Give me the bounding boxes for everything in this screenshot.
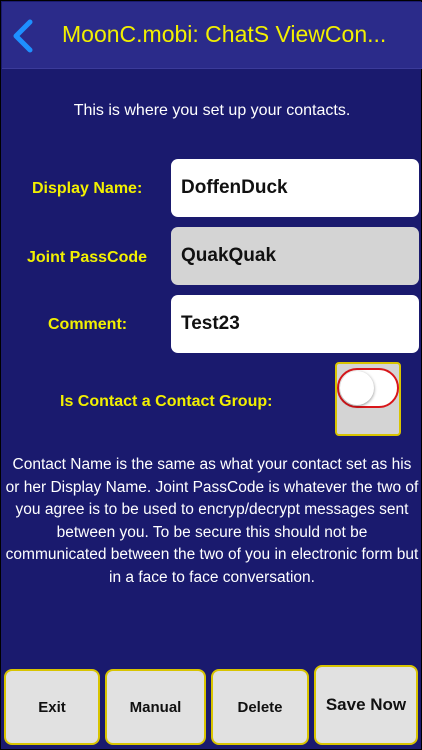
contact-group-toggle-container [335,362,401,436]
intro-text: This is where you set up your contacts. [73,102,351,119]
page-title: MoonC.mobi: ChatS ViewCon... [62,21,387,47]
manual-button[interactable]: Manual [105,669,206,745]
toggle-knob [340,371,374,405]
save-now-button[interactable]: Save Now [314,665,418,745]
display-name-label: Display Name: [32,180,143,197]
exit-button[interactable]: Exit [4,669,100,745]
passcode-field[interactable]: QuakQuak [171,227,419,285]
help-text: Contact Name is the same as what your co… [5,456,419,586]
passcode-label: Joint PassCode [27,249,148,266]
chevron-left-icon [13,19,33,53]
contact-group-toggle[interactable] [337,368,399,408]
navigation-bar: MoonC.mobi: ChatS ViewCon... [2,2,422,69]
display-name-field[interactable]: DoffenDuck [171,159,419,217]
contact-group-label: Is Contact a Contact Group: [60,393,273,410]
app-frame: MoonC.mobi: ChatS ViewCon... This is whe… [0,0,422,750]
back-button[interactable] [10,19,38,53]
comment-label: Comment: [48,316,128,333]
delete-button[interactable]: Delete [211,669,309,745]
comment-field[interactable]: Test23 [171,295,419,353]
